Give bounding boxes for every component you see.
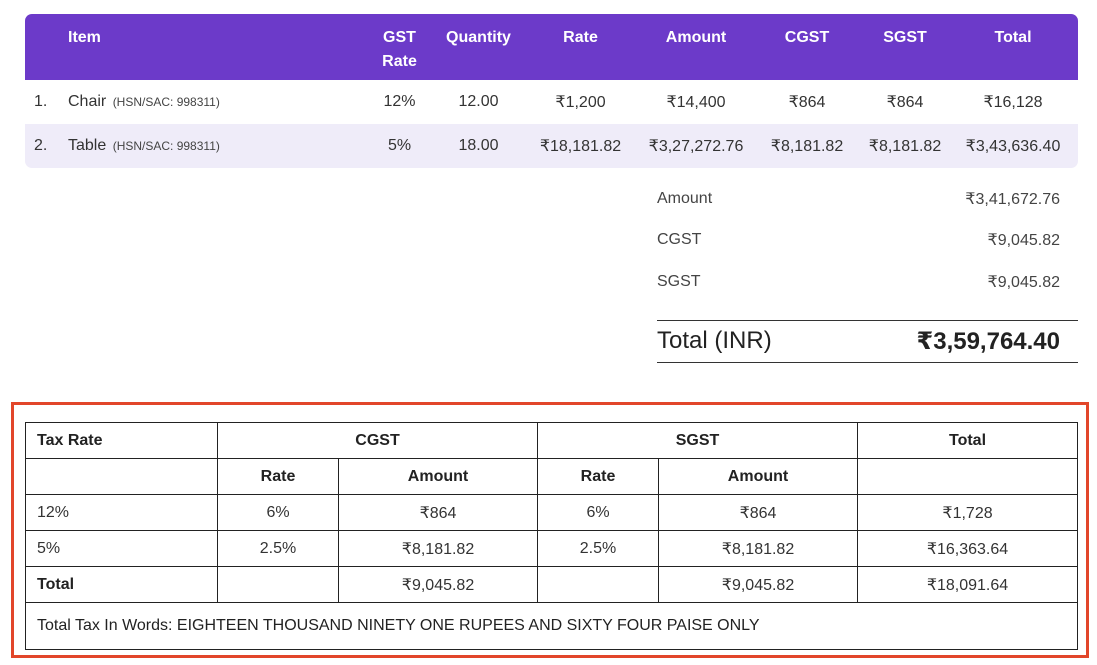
- tax-total-cgst-amount: ₹9,045.82: [338, 566, 538, 603]
- item-cell: 2. Table (HSN/SAC: 998311): [25, 137, 363, 155]
- tax-header-cgst: CGST: [217, 422, 538, 459]
- item-hsn: (HSN/SAC: 998311): [112, 95, 220, 109]
- tax-row-cgst-amount: ₹864: [338, 494, 538, 531]
- tax-breakdown-table: Tax Rate CGST SGST Total Rate Amount Rat…: [25, 422, 1078, 650]
- header-total: Total: [994, 29, 1032, 46]
- tax-subheader-cgst-rate: Rate: [217, 458, 339, 495]
- summary-sgst-row: SGST ₹9,045.82: [657, 261, 1078, 303]
- summary-cgst-value: ₹9,045.82: [987, 232, 1060, 250]
- item-number: 1.: [34, 93, 48, 110]
- tax-row-sgst-rate: 6%: [537, 494, 659, 531]
- item-name-wrap: Table (HSN/SAC: 998311): [68, 137, 363, 155]
- header-amount: Amount: [665, 29, 727, 46]
- tax-total-row: Total ₹9,045.82 ₹9,045.82 ₹18,091.64: [25, 566, 1078, 603]
- item-total: ₹16,128: [983, 94, 1043, 111]
- tax-header-sgst: SGST: [537, 422, 858, 459]
- header-gst-rate: GST Rate: [363, 14, 436, 80]
- summary-cgst-row: CGST ₹9,045.82: [657, 220, 1078, 262]
- summary-cgst-label: CGST: [657, 231, 702, 249]
- tax-total-sgst-rate-empty: [537, 566, 659, 603]
- header-gst-rate-line2: Rate: [382, 53, 417, 70]
- item-rate: ₹18,181.82: [539, 138, 622, 155]
- item-total: ₹3,43,636.40: [965, 138, 1061, 155]
- item-cgst: ₹8,181.82: [770, 138, 844, 155]
- summary-amount-value: ₹3,41,672.76: [965, 190, 1060, 208]
- item-row: 2. Table (HSN/SAC: 998311) 5% 18.00 ₹18,…: [25, 124, 1078, 168]
- item-cgst: ₹864: [788, 94, 826, 111]
- tax-total-label: Total: [25, 566, 218, 603]
- item-name: Table: [68, 137, 107, 154]
- tax-row-rate: 5%: [25, 530, 218, 567]
- summary-total-row: Total (INR) ₹3,59,764.40: [657, 319, 1078, 363]
- item-name-wrap: Chair (HSN/SAC: 998311): [68, 93, 363, 111]
- tax-total-sgst-amount: ₹9,045.82: [658, 566, 858, 603]
- summary-total-label: Total (INR): [657, 327, 772, 354]
- item-quantity: 12.00: [458, 93, 499, 110]
- header-cgst: CGST: [784, 29, 830, 46]
- tax-row-total: ₹16,363.64: [857, 530, 1078, 567]
- item-number: 2.: [34, 137, 48, 154]
- tax-row-sgst-amount: ₹8,181.82: [658, 530, 858, 567]
- tax-row: 5% 2.5% ₹8,181.82 2.5% ₹8,181.82 ₹16,363…: [25, 530, 1078, 567]
- tax-subheader-sgst-rate: Rate: [537, 458, 659, 495]
- item-gst-rate: 12%: [383, 93, 416, 110]
- item-amount: ₹14,400: [666, 94, 726, 111]
- tax-subheader-sgst-amount: Amount: [658, 458, 858, 495]
- summary-sgst-label: SGST: [657, 272, 701, 290]
- tax-row-cgst-rate: 6%: [217, 494, 339, 531]
- tax-row-cgst-rate: 2.5%: [217, 530, 339, 567]
- tax-row-cgst-amount: ₹8,181.82: [338, 530, 538, 567]
- item-sgst: ₹864: [886, 94, 924, 111]
- tax-header-total: Total: [857, 422, 1078, 459]
- item-gst-rate: 5%: [387, 137, 412, 154]
- item-cell: 1. Chair (HSN/SAC: 998311): [25, 93, 363, 111]
- tax-row: 12% 6% ₹864 6% ₹864 ₹1,728: [25, 494, 1078, 531]
- tax-breakdown-highlight: Tax Rate CGST SGST Total Rate Amount Rat…: [11, 402, 1089, 658]
- item-row: 1. Chair (HSN/SAC: 998311) 12% 12.00 ₹1,…: [25, 80, 1078, 124]
- items-table: Item GST Rate Quantity Rate Amount CGST …: [25, 14, 1078, 168]
- tax-total-amount: ₹18,091.64: [857, 566, 1078, 603]
- item-amount: ₹3,27,272.76: [648, 138, 744, 155]
- header-gst-rate-line1: GST: [383, 29, 416, 46]
- summary-total-value: ₹3,59,764.40: [916, 327, 1060, 355]
- items-table-header: Item GST Rate Quantity Rate Amount CGST …: [25, 14, 1078, 80]
- tax-total-cgst-rate-empty: [217, 566, 339, 603]
- tax-words-row: Total Tax In Words: EIGHTEEN THOUSAND NI…: [25, 602, 1078, 650]
- tax-subheader-empty: [857, 458, 1078, 495]
- invoice-page: Item GST Rate Quantity Rate Amount CGST …: [0, 0, 1097, 665]
- tax-subheader-cgst-amount: Amount: [338, 458, 538, 495]
- tax-row-sgst-rate: 2.5%: [537, 530, 659, 567]
- tax-row-sgst-amount: ₹864: [658, 494, 858, 531]
- summary-amount-label: Amount: [657, 189, 713, 207]
- tax-header-row: Tax Rate CGST SGST Total: [25, 422, 1078, 459]
- item-name: Chair: [68, 93, 107, 110]
- tax-subheader-row: Rate Amount Rate Amount: [25, 458, 1078, 495]
- tax-subheader-empty: [25, 458, 218, 495]
- summary-amount-row: Amount ₹3,41,672.76: [657, 178, 1078, 220]
- summary-sgst-value: ₹9,045.82: [987, 273, 1060, 291]
- tax-header-tax-rate: Tax Rate: [25, 422, 218, 459]
- header-rate: Rate: [563, 29, 598, 46]
- item-hsn: (HSN/SAC: 998311): [112, 139, 220, 153]
- header-sgst: SGST: [883, 29, 927, 46]
- invoice-summary: Amount ₹3,41,672.76 CGST ₹9,045.82 SGST …: [657, 178, 1078, 363]
- item-quantity: 18.00: [458, 137, 499, 154]
- header-quantity: Quantity: [446, 29, 511, 46]
- tax-in-words: Total Tax In Words: EIGHTEEN THOUSAND NI…: [25, 602, 1078, 650]
- item-rate: ₹1,200: [555, 94, 606, 111]
- item-sgst: ₹8,181.82: [868, 138, 942, 155]
- header-item: Item: [68, 29, 101, 46]
- tax-row-total: ₹1,728: [857, 494, 1078, 531]
- tax-row-rate: 12%: [25, 494, 218, 531]
